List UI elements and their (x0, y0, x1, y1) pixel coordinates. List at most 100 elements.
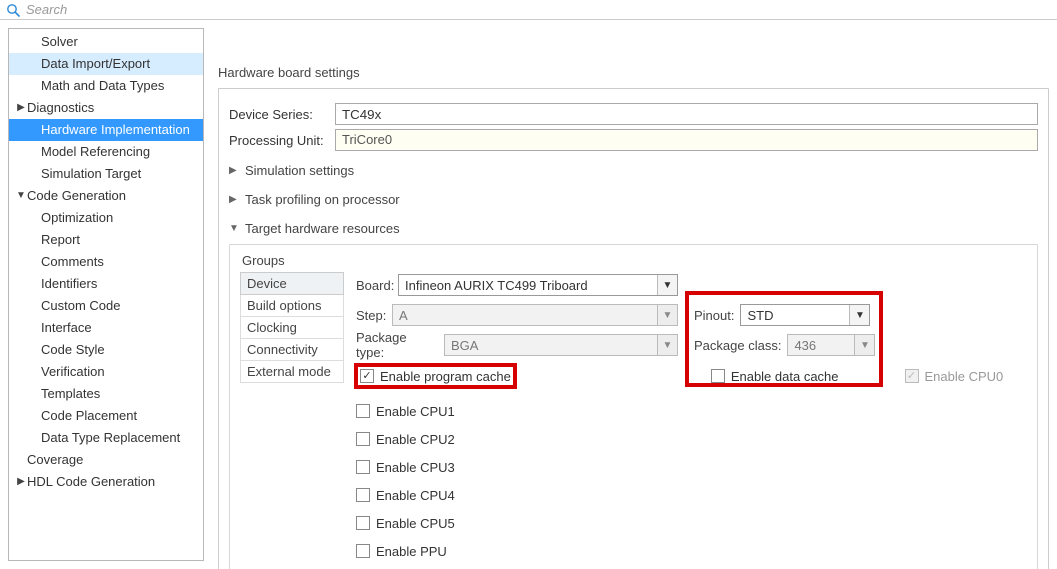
nav-item-comments[interactable]: Comments (9, 251, 203, 273)
chevron-down-icon: ▼ (849, 305, 869, 325)
package-type-label: Package type: (356, 330, 438, 360)
task-profiling-toggle[interactable]: ▶ Task profiling on processor (229, 184, 1038, 213)
nav-item-label: Report (41, 231, 80, 249)
chevron-down-icon: ▼ (657, 335, 677, 355)
nav-item-coverage[interactable]: Coverage (9, 449, 203, 471)
package-class-value: 436 (794, 338, 816, 353)
enable-cpu3-row[interactable]: Enable CPU3 (356, 456, 1009, 478)
nav-item-label: Templates (41, 385, 100, 403)
nav-item-label: Solver (41, 33, 78, 51)
search-bar[interactable]: Search (0, 0, 1057, 20)
enable-data-cache-label: Enable data cache (731, 369, 839, 384)
enable-program-cache-row[interactable]: Enable program cache (356, 365, 515, 387)
enable-data-cache-row[interactable]: Enable data cache (711, 365, 839, 387)
nav-item-label: Model Referencing (41, 143, 150, 161)
enable-cpu1-checkbox[interactable] (356, 404, 370, 418)
chevron-down-icon: ▼ (229, 223, 241, 234)
group-item-external-mode[interactable]: External mode (240, 361, 344, 383)
group-item-connectivity[interactable]: Connectivity (240, 339, 344, 361)
target-hardware-resources-label: Target hardware resources (245, 221, 400, 236)
pinout-label: Pinout: (694, 308, 734, 323)
nav-item-label: Verification (41, 363, 105, 381)
chevron-right-icon: ▶ (229, 194, 241, 205)
enable-cpu4-row[interactable]: Enable CPU4 (356, 484, 1009, 506)
nav-item-label: HDL Code Generation (27, 473, 155, 491)
step-value: A (399, 308, 408, 323)
enable-cpu1-row[interactable]: Enable CPU1 (356, 400, 1009, 422)
nav-item-identifiers[interactable]: Identifiers (9, 273, 203, 295)
nav-item-model-referencing[interactable]: Model Referencing (9, 141, 203, 163)
board-dropdown[interactable]: Infineon AURIX TC499 Triboard ▼ (398, 274, 678, 296)
nav-item-optimization[interactable]: Optimization (9, 207, 203, 229)
chevron-down-icon: ▼ (657, 275, 677, 295)
nav-item-simulation-target[interactable]: Simulation Target (9, 163, 203, 185)
nav-item-hardware-implementation[interactable]: Hardware Implementation (9, 119, 203, 141)
search-placeholder: Search (26, 2, 67, 17)
enable-cpu2-checkbox[interactable] (356, 432, 370, 446)
nav-item-report[interactable]: Report (9, 229, 203, 251)
nav-item-data-import-export[interactable]: Data Import/Export (9, 53, 203, 75)
nav-item-label: Interface (41, 319, 92, 337)
enable-cpu5-label: Enable CPU5 (376, 516, 455, 531)
enable-cpu4-checkbox[interactable] (356, 488, 370, 502)
enable-cpu2-label: Enable CPU2 (376, 432, 455, 447)
processing-unit-input[interactable]: TriCore0 (335, 129, 1038, 151)
device-series-input[interactable] (335, 103, 1038, 125)
device-group-form: Board: Infineon AURIX TC499 Triboard ▼ S… (344, 272, 1027, 562)
board-value: Infineon AURIX TC499 Triboard (405, 278, 588, 293)
nav-item-code-placement[interactable]: Code Placement (9, 405, 203, 427)
enable-cpu2-row[interactable]: Enable CPU2 (356, 428, 1009, 450)
enable-ppu-row[interactable]: Enable PPU (356, 540, 1009, 562)
nav-item-label: Custom Code (41, 297, 120, 315)
group-item-build-options[interactable]: Build options (240, 295, 344, 317)
nav-item-data-type-replacement[interactable]: Data Type Replacement (9, 427, 203, 449)
chevron-down-icon: ▼ (854, 335, 874, 355)
nav-item-custom-code[interactable]: Custom Code (9, 295, 203, 317)
groups-heading: Groups (240, 253, 1027, 272)
nav-item-label: Coverage (27, 451, 83, 469)
enable-data-cache-checkbox[interactable] (711, 369, 725, 383)
processing-unit-label: Processing Unit: (229, 133, 335, 148)
hardware-board-settings-panel: Device Series: Processing Unit: TriCore0… (218, 88, 1049, 569)
groups-list: DeviceBuild optionsClockingConnectivityE… (240, 272, 344, 562)
enable-ppu-checkbox[interactable] (356, 544, 370, 558)
nav-item-code-generation[interactable]: ▼Code Generation (9, 185, 203, 207)
enable-cpu0-label: Enable CPU0 (925, 369, 1004, 384)
nav-item-templates[interactable]: Templates (9, 383, 203, 405)
pinout-dropdown[interactable]: STD ▼ (740, 304, 870, 326)
hardware-board-settings-heading: Hardware board settings (218, 31, 1057, 88)
nav-item-label: Code Generation (27, 187, 126, 205)
nav-item-label: Identifiers (41, 275, 97, 293)
nav-item-diagnostics[interactable]: ▶Diagnostics (9, 97, 203, 119)
nav-item-label: Code Placement (41, 407, 137, 425)
task-profiling-label: Task profiling on processor (245, 192, 400, 207)
nav-item-label: Math and Data Types (41, 77, 164, 95)
nav-item-interface[interactable]: Interface (9, 317, 203, 339)
config-content: x Hardware board settings Device Series:… (212, 20, 1057, 569)
group-item-device[interactable]: Device (240, 272, 344, 295)
chevron-down-icon: ▼ (15, 187, 27, 205)
nav-item-hdl-code-generation[interactable]: ▶HDL Code Generation (9, 471, 203, 493)
target-hardware-resources-toggle[interactable]: ▼ Target hardware resources (229, 213, 1038, 242)
step-dropdown: A ▼ (392, 304, 678, 326)
nav-item-code-style[interactable]: Code Style (9, 339, 203, 361)
simulation-settings-label: Simulation settings (245, 163, 354, 178)
enable-cpu5-checkbox[interactable] (356, 516, 370, 530)
enable-program-cache-checkbox[interactable] (360, 369, 374, 383)
group-item-clocking[interactable]: Clocking (240, 317, 344, 339)
package-class-dropdown: 436 ▼ (787, 334, 875, 356)
enable-cpu5-row[interactable]: Enable CPU5 (356, 512, 1009, 534)
simulation-settings-toggle[interactable]: ▶ Simulation settings (229, 155, 1038, 184)
enable-cpu1-label: Enable CPU1 (376, 404, 455, 419)
package-type-value: BGA (451, 338, 478, 353)
nav-item-verification[interactable]: Verification (9, 361, 203, 383)
enable-program-cache-label: Enable program cache (380, 369, 511, 384)
chevron-right-icon: ▶ (15, 99, 27, 117)
nav-item-label: Simulation Target (41, 165, 141, 183)
nav-item-label: Diagnostics (27, 99, 94, 117)
chevron-right-icon: ▶ (229, 165, 241, 176)
nav-item-math-and-data-types[interactable]: Math and Data Types (9, 75, 203, 97)
enable-cpu3-checkbox[interactable] (356, 460, 370, 474)
nav-item-solver[interactable]: Solver (9, 31, 203, 53)
chevron-down-icon: ▼ (657, 305, 677, 325)
